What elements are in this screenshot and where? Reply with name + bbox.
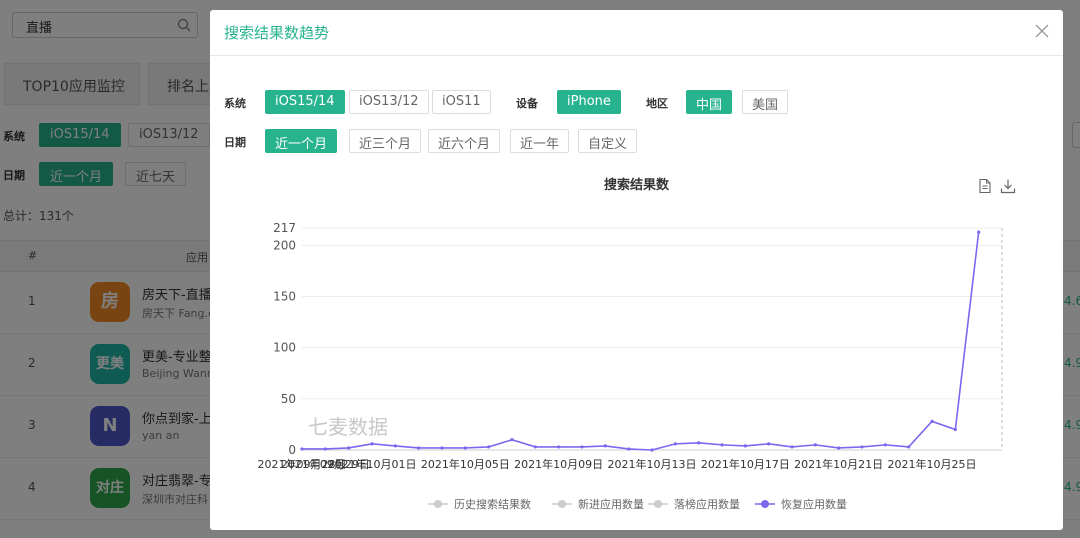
data-point[interactable] [953, 427, 957, 432]
data-point[interactable] [907, 445, 911, 449]
data-point[interactable] [860, 445, 864, 449]
legend-label: 新进应用数量 [578, 497, 644, 511]
legend-item[interactable]: 落榜应用数量 [648, 497, 740, 511]
legend-item[interactable]: 恢复应用数量 [755, 497, 847, 511]
data-point[interactable] [603, 444, 607, 448]
watermark: 七麦数据 [308, 415, 388, 439]
data-point[interactable] [813, 443, 817, 447]
data-point[interactable] [557, 445, 561, 449]
data-point[interactable] [627, 447, 631, 451]
x-tick-label: 2021年10月01日 [328, 457, 417, 471]
legend-label: 历史搜索结果数 [454, 497, 531, 511]
data-point[interactable] [463, 446, 467, 450]
data-point[interactable] [743, 444, 747, 448]
data-point[interactable] [790, 445, 794, 449]
legend-marker [558, 500, 566, 508]
x-tick-label: 2021年10月05日 [421, 457, 510, 471]
data-point[interactable] [883, 443, 887, 447]
data-point[interactable] [720, 443, 724, 447]
data-point[interactable] [673, 442, 677, 446]
chart-grid [302, 227, 1003, 451]
y-tick-label: 217 [273, 221, 296, 235]
data-point[interactable] [930, 419, 934, 423]
data-point[interactable] [323, 447, 327, 451]
data-point[interactable] [510, 438, 514, 442]
x-tick-label: 2021年10月09日 [514, 457, 603, 471]
data-point[interactable] [580, 445, 584, 449]
y-tick-label: 200 [273, 238, 296, 252]
legend-item[interactable]: 新进应用数量 [552, 497, 644, 511]
x-axis-ticks: 2021年09月28日2021年09月29日2021年10月01日 2021年10… [258, 457, 977, 471]
chart-legend: 历史搜索结果数 新进应用数量 落榜应用数量 恢复应用数量 [428, 497, 847, 511]
y-tick-label: 50 [281, 392, 296, 406]
x-tick-label: 2021年10月21日 [794, 457, 883, 471]
series-line [302, 231, 980, 451]
x-tick-label: 2021年10月17日 [701, 457, 790, 471]
data-point[interactable] [977, 230, 981, 234]
trend-modal: 搜索结果数趋势 系统 iOS15/14 iOS13/12 iOS11 设备 iP… [210, 10, 1063, 530]
legend-label: 落榜应用数量 [674, 497, 740, 511]
legend-marker [434, 500, 442, 508]
data-point[interactable] [300, 447, 304, 451]
data-point[interactable] [370, 442, 374, 446]
y-axis-ticks: 0 50 100 150 200 217 [273, 221, 296, 457]
x-tick-label: 2021年10月13日 [608, 457, 697, 471]
x-tick-label: 2021年10月25日 [888, 457, 977, 471]
data-point[interactable] [650, 448, 654, 452]
data-point[interactable] [393, 444, 397, 448]
legend-marker [654, 500, 662, 508]
data-point[interactable] [837, 446, 841, 450]
line-chart: 0 50 100 150 200 217 2021年09月28日2021年09月29日20… [258, 221, 1003, 511]
legend-label: 恢复应用数量 [781, 497, 847, 511]
data-point[interactable] [487, 445, 491, 449]
chart-series [300, 230, 981, 452]
data-point[interactable] [533, 445, 537, 449]
y-tick-label: 150 [273, 290, 296, 304]
data-point[interactable] [697, 441, 701, 445]
y-tick-label: 0 [288, 443, 296, 457]
data-point[interactable] [417, 446, 421, 450]
legend-item[interactable]: 历史搜索结果数 [428, 497, 531, 511]
data-point[interactable] [440, 446, 444, 450]
data-point[interactable] [767, 442, 771, 446]
data-point[interactable] [347, 446, 351, 450]
y-tick-label: 100 [273, 341, 296, 355]
legend-marker [761, 500, 769, 508]
